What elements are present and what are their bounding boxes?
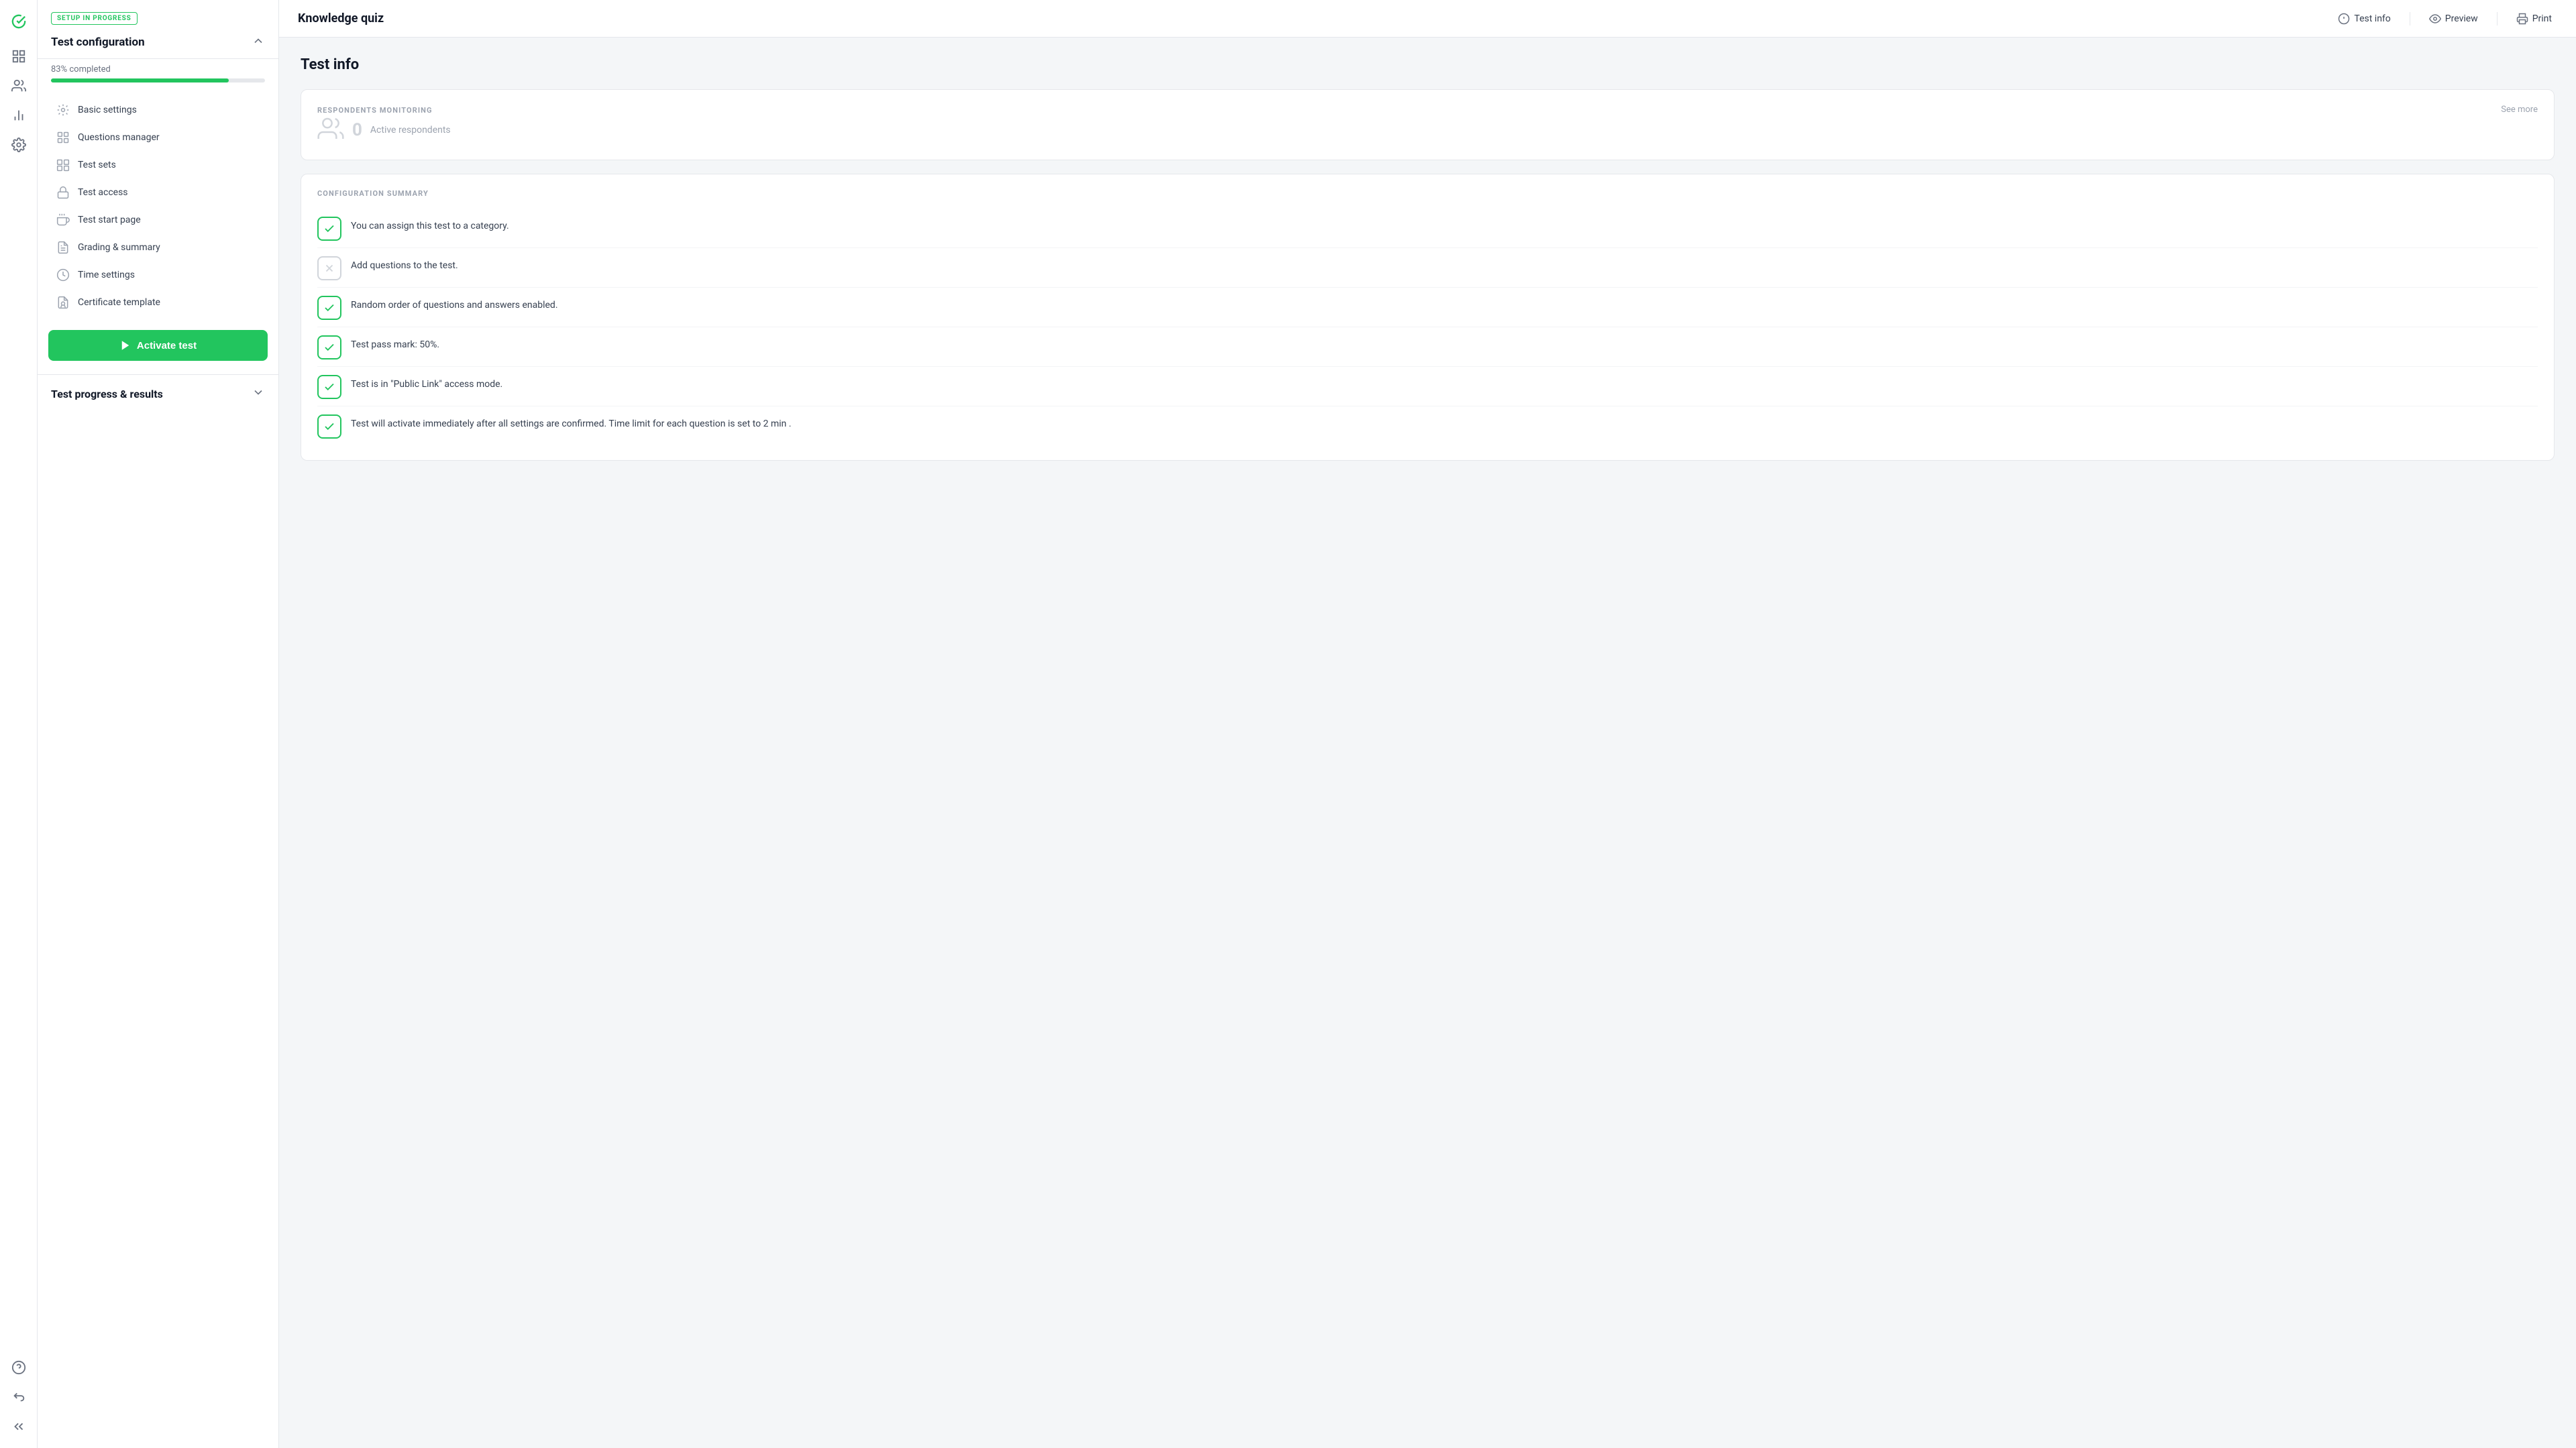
time-icon (56, 268, 70, 282)
users-nav-icon[interactable] (5, 72, 32, 99)
sidebar-header: SETUP IN PROGRESS Test configuration (38, 0, 278, 59)
respondents-row: 0 Active respondents (317, 115, 2538, 145)
content-title: Test info (301, 56, 2555, 73)
respondents-icon (317, 115, 344, 145)
test-info-action[interactable]: Test info (2332, 9, 2396, 29)
header-actions: Test info Preview Print (2332, 9, 2557, 29)
grid-nav-icon[interactable] (5, 43, 32, 70)
page-title: Knowledge quiz (298, 11, 384, 25)
content-area: Knowledge quiz Test info Preview (279, 0, 2576, 1448)
print-icon (2516, 13, 2528, 25)
info-icon (2338, 13, 2350, 25)
lock-icon (56, 186, 70, 199)
results-section: Test progress & results (38, 374, 278, 412)
check-icon-3 (317, 296, 341, 320)
summary-item-6: Test will activate immediately after all… (317, 406, 2538, 445)
summary-text-1: You can assign this test to a category. (351, 215, 509, 233)
preview-icon (2429, 13, 2441, 25)
sidebar-item-test-access[interactable]: Test access (43, 179, 273, 206)
icon-sidebar (0, 0, 38, 1448)
sidebar-item-time-settings[interactable]: Time settings (43, 262, 273, 288)
sidebar-item-test-start-page-label: Test start page (78, 215, 141, 225)
sidebar-item-grading-summary[interactable]: Grading & summary (43, 234, 273, 261)
check-icon-6 (317, 414, 341, 439)
respondents-section-header: RESPONDENTS MONITORING See more (317, 105, 2538, 115)
summary-text-6: Test will activate immediately after all… (351, 413, 792, 431)
summary-text-3: Random order of questions and answers en… (351, 294, 558, 313)
sidebar-item-test-sets[interactable]: Test sets (43, 152, 273, 178)
respondents-section-title: RESPONDENTS MONITORING (317, 106, 433, 115)
preview-label: Preview (2445, 13, 2478, 24)
summary-item-4: Test pass mark: 50%. (317, 327, 2538, 367)
results-chevron-icon[interactable] (252, 386, 265, 402)
preview-action[interactable]: Preview (2424, 9, 2483, 29)
back-nav-icon[interactable] (5, 1384, 32, 1410)
sidebar-item-grading-summary-label: Grading & summary (78, 242, 160, 253)
activate-test-label: Activate test (137, 340, 197, 351)
top-header: Knowledge quiz Test info Preview (279, 0, 2576, 38)
sidebar-item-basic-settings-label: Basic settings (78, 105, 137, 115)
icon-sidebar-top (5, 8, 32, 1349)
sidebar-item-test-access-label: Test access (78, 187, 128, 198)
check-icon-5 (317, 375, 341, 399)
sidebar-item-certificate-template-label: Certificate template (78, 297, 160, 308)
summary-item-3: Random order of questions and answers en… (317, 288, 2538, 327)
progress-bar-fill (51, 78, 229, 82)
grading-icon (56, 241, 70, 254)
main-content: Test info RESPONDENTS MONITORING See mor… (279, 38, 2576, 1448)
summary-text-4: Test pass mark: 50%. (351, 334, 439, 352)
logo-icon[interactable] (5, 8, 32, 35)
check-icon-1 (317, 217, 341, 241)
test-sets-icon (56, 158, 70, 172)
config-summary-card: CONFIGURATION SUMMARY You can assign thi… (301, 174, 2555, 461)
chart-nav-icon[interactable] (5, 102, 32, 129)
config-header: Test configuration (51, 34, 265, 50)
sidebar-item-test-sets-label: Test sets (78, 160, 116, 170)
print-action[interactable]: Print (2511, 9, 2557, 29)
basic-settings-icon (56, 103, 70, 117)
config-summary-title: CONFIGURATION SUMMARY (317, 189, 2538, 198)
help-nav-icon[interactable] (5, 1354, 32, 1381)
config-title: Test configuration (51, 36, 145, 49)
check-icon-2 (317, 256, 341, 280)
progress-label: 83% completed (51, 64, 265, 74)
questions-icon (56, 131, 70, 144)
certificate-icon (56, 296, 70, 309)
play-icon (119, 339, 131, 351)
summary-text-5: Test is in "Public Link" access mode. (351, 374, 502, 392)
settings-nav-icon[interactable] (5, 131, 32, 158)
sidebar-item-questions-manager-label: Questions manager (78, 132, 160, 143)
icon-sidebar-bottom (5, 1354, 32, 1440)
progress-bar-bg (51, 78, 265, 82)
collapse-nav-icon[interactable] (5, 1413, 32, 1440)
start-page-icon (56, 213, 70, 227)
activate-test-button[interactable]: Activate test (48, 330, 268, 361)
nav-list: Basic settings Questions manager Test se… (38, 91, 278, 322)
respondents-count: 0 (352, 120, 362, 140)
summary-text-2: Add questions to the test. (351, 255, 458, 273)
progress-section: 83% completed (38, 59, 278, 91)
see-more-button[interactable]: See more (2501, 105, 2538, 115)
sidebar-item-questions-manager[interactable]: Questions manager (43, 124, 273, 151)
summary-item-1: You can assign this test to a category. (317, 209, 2538, 248)
respondents-card: RESPONDENTS MONITORING See more 0 Active… (301, 89, 2555, 160)
summary-item-5: Test is in "Public Link" access mode. (317, 367, 2538, 406)
sidebar-item-test-start-page[interactable]: Test start page (43, 207, 273, 233)
setup-badge: SETUP IN PROGRESS (51, 12, 138, 25)
main-sidebar: SETUP IN PROGRESS Test configuration 83%… (38, 0, 279, 1448)
test-info-label: Test info (2354, 13, 2390, 24)
summary-item-2: Add questions to the test. (317, 248, 2538, 288)
sidebar-item-basic-settings[interactable]: Basic settings (43, 97, 273, 123)
respondents-label: Active respondents (370, 125, 451, 135)
check-icon-4 (317, 335, 341, 359)
config-chevron-icon[interactable] (252, 34, 265, 50)
sidebar-item-certificate-template[interactable]: Certificate template (43, 289, 273, 316)
print-label: Print (2532, 13, 2552, 24)
results-title: Test progress & results (51, 388, 163, 400)
header-divider-2 (2497, 12, 2498, 25)
sidebar-item-time-settings-label: Time settings (78, 270, 135, 280)
results-header: Test progress & results (51, 386, 265, 402)
